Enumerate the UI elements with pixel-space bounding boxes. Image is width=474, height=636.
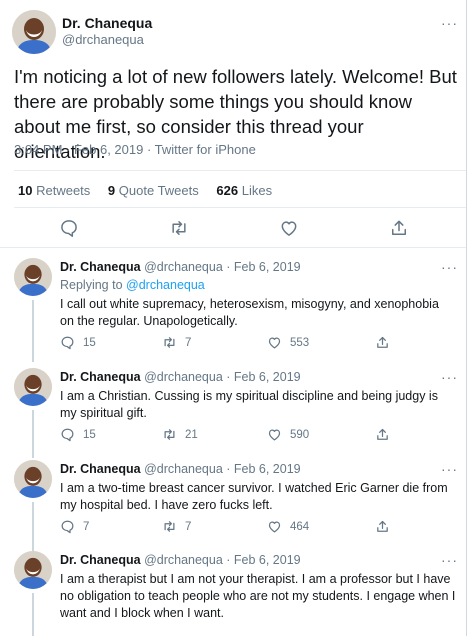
retweet-icon bbox=[164, 521, 175, 532]
tweet-timestamp[interactable]: 3:04 PM · Feb 6, 2019 · Twitter for iPho… bbox=[14, 142, 256, 157]
avatar[interactable] bbox=[14, 368, 52, 406]
reply-action[interactable]: 7 bbox=[60, 519, 89, 534]
handle-date[interactable]: @drchanequa · Feb 6, 2019 bbox=[144, 260, 301, 274]
share-icon[interactable] bbox=[389, 218, 409, 238]
share-icon bbox=[377, 336, 388, 348]
thread-tweet[interactable]: Dr. Chanequa @drchanequa · Feb 6, 2019 ·… bbox=[0, 368, 466, 458]
author-name[interactable]: Dr. Chanequa bbox=[62, 15, 152, 31]
tweet-text: I am a therapist but I am not your thera… bbox=[60, 572, 456, 620]
handle-date[interactable]: @drchanequa · Feb 6, 2019 bbox=[144, 462, 301, 476]
author-name[interactable]: Dr. Chanequa bbox=[60, 370, 141, 384]
tweet-stats: 10 Retweets 9 Quote Tweets 626 Likes bbox=[18, 183, 286, 198]
thread-tweet[interactable]: Dr. Chanequa @drchanequa · Feb 6, 2019 ·… bbox=[0, 551, 466, 636]
share-action[interactable] bbox=[375, 427, 398, 442]
like-icon bbox=[268, 521, 281, 533]
retweet-icon bbox=[164, 429, 175, 440]
like-action[interactable]: 590 bbox=[267, 427, 309, 442]
share-icon bbox=[377, 520, 388, 532]
thread-line bbox=[32, 593, 34, 636]
main-tweet[interactable]: Dr. Chanequa @drchanequa ··· I'm noticin… bbox=[0, 0, 466, 248]
more-options-icon[interactable]: ··· bbox=[441, 370, 458, 384]
retweet-action[interactable]: 21 bbox=[162, 427, 198, 442]
author-name[interactable]: Dr. Chanequa bbox=[60, 462, 141, 476]
likes-stat[interactable]: 626 Likes bbox=[216, 183, 272, 198]
like-action[interactable]: 464 bbox=[267, 519, 309, 534]
tweet-header: Dr. Chanequa @drchanequa · Feb 6, 2019 bbox=[60, 462, 301, 476]
replying-handle-link[interactable]: @drchanequa bbox=[126, 278, 205, 292]
more-options-icon[interactable]: ··· bbox=[441, 260, 458, 274]
tweet-actions: 7 7 464 bbox=[60, 519, 460, 535]
tweet-actions bbox=[0, 218, 466, 240]
reply-icon[interactable] bbox=[59, 218, 79, 238]
tweet-header: Dr. Chanequa @drchanequa · Feb 6, 2019 bbox=[60, 370, 301, 384]
tweet-text: I am a two-time breast cancer survivor. … bbox=[60, 481, 448, 512]
share-action[interactable] bbox=[375, 519, 398, 534]
retweet-action[interactable]: 7 bbox=[162, 519, 191, 534]
author-name[interactable]: Dr. Chanequa bbox=[60, 260, 141, 274]
more-options-icon[interactable]: ··· bbox=[441, 462, 458, 476]
more-options-icon[interactable]: ··· bbox=[441, 553, 458, 567]
thread-line bbox=[32, 300, 34, 362]
author-name[interactable]: Dr. Chanequa bbox=[60, 553, 141, 567]
thread-line bbox=[32, 410, 34, 458]
reply-icon bbox=[61, 520, 74, 534]
thread-line bbox=[32, 502, 34, 552]
reply-action[interactable]: 15 bbox=[60, 335, 96, 350]
avatar[interactable] bbox=[14, 258, 52, 296]
quote-tweets-stat[interactable]: 9 Quote Tweets bbox=[108, 183, 199, 198]
share-action[interactable] bbox=[375, 335, 398, 350]
like-icon[interactable] bbox=[279, 218, 299, 238]
replying-to: Replying to @drchanequa bbox=[60, 278, 205, 292]
retweet-icon[interactable] bbox=[169, 218, 189, 238]
tweet-header: Dr. Chanequa @drchanequa · Feb 6, 2019 bbox=[60, 260, 301, 274]
divider bbox=[14, 170, 466, 171]
reply-action[interactable]: 15 bbox=[60, 427, 96, 442]
tweet-actions: 15 21 590 bbox=[60, 427, 460, 443]
divider bbox=[14, 207, 466, 208]
share-icon bbox=[377, 428, 388, 440]
like-icon bbox=[268, 337, 281, 349]
like-icon bbox=[268, 429, 281, 441]
reply-icon bbox=[61, 336, 74, 350]
more-options-icon[interactable]: ··· bbox=[441, 16, 458, 30]
handle-date[interactable]: @drchanequa · Feb 6, 2019 bbox=[144, 370, 301, 384]
handle-date[interactable]: @drchanequa · Feb 6, 2019 bbox=[144, 553, 301, 567]
thread-tweet[interactable]: Dr. Chanequa @drchanequa · Feb 6, 2019 ·… bbox=[0, 460, 466, 552]
avatar[interactable] bbox=[14, 551, 52, 589]
thread-tweet[interactable]: Dr. Chanequa @drchanequa · Feb 6, 2019 ·… bbox=[0, 258, 466, 362]
reply-icon bbox=[61, 428, 74, 442]
tweet-thread: Dr. Chanequa @drchanequa ··· I'm noticin… bbox=[0, 0, 467, 636]
tweet-text: I am a Christian. Cussing is my spiritua… bbox=[60, 389, 438, 420]
avatar[interactable] bbox=[14, 460, 52, 498]
retweets-stat[interactable]: 10 Retweets bbox=[18, 183, 90, 198]
tweet-header: Dr. Chanequa @drchanequa · Feb 6, 2019 bbox=[60, 553, 301, 567]
avatar[interactable] bbox=[12, 10, 56, 54]
retweet-icon bbox=[164, 337, 175, 348]
tweet-text: I call out white supremacy, heterosexism… bbox=[60, 297, 439, 328]
tweet-actions: 15 7 553 bbox=[60, 335, 460, 351]
retweet-action[interactable]: 7 bbox=[162, 335, 191, 350]
author-handle[interactable]: @drchanequa bbox=[62, 32, 144, 47]
like-action[interactable]: 553 bbox=[267, 335, 309, 350]
